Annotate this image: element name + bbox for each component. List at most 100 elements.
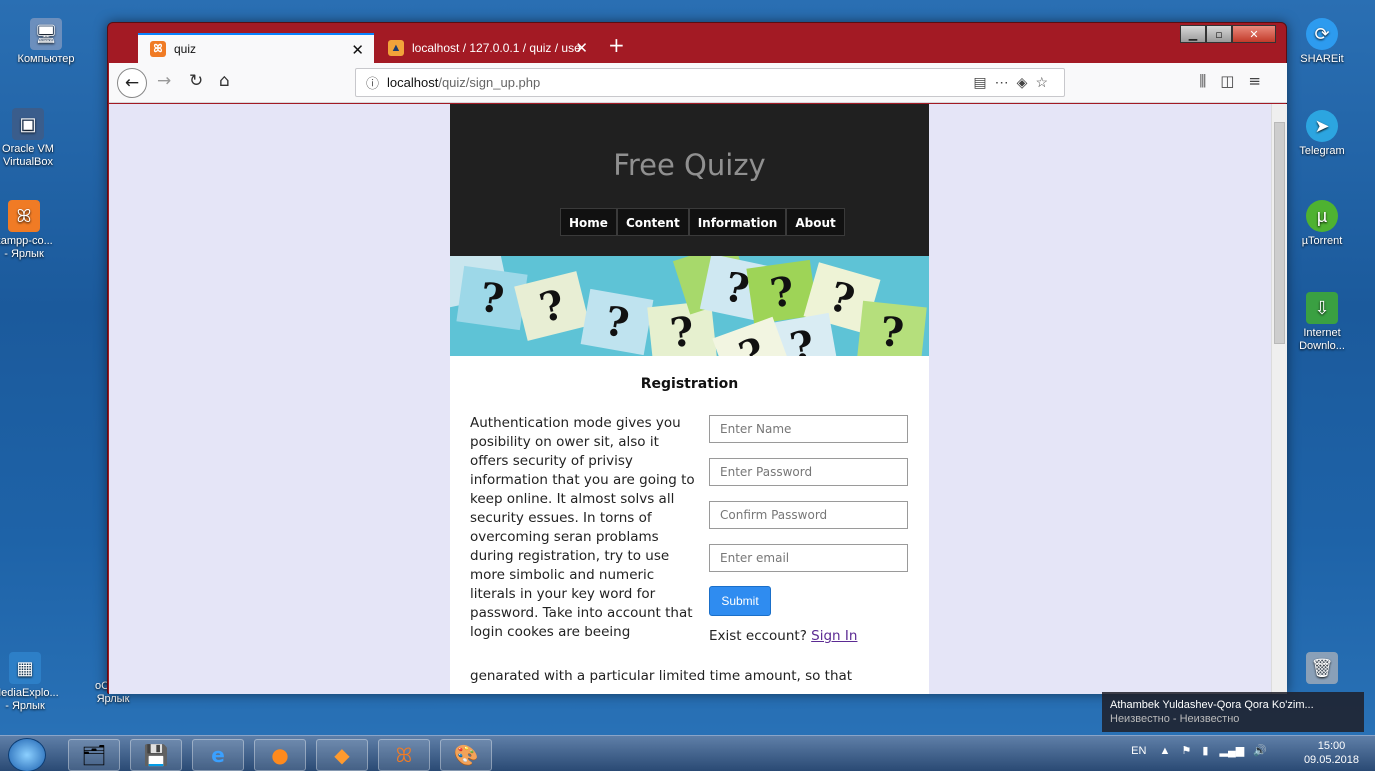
close-tab-icon[interactable]: ✕ — [351, 41, 364, 59]
bookmark-star-icon[interactable]: ☆ — [1035, 74, 1056, 90]
network-icon[interactable]: ▮ — [1202, 745, 1208, 757]
utorrent-icon: µ — [1306, 200, 1338, 232]
desktop-icon-recycle-bin[interactable]: 🗑 — [1288, 652, 1356, 687]
xampp-icon: ꕤ — [8, 200, 40, 232]
menu-item-content[interactable]: Content — [616, 208, 689, 236]
reader-view-icon[interactable]: ▤ — [973, 74, 994, 90]
tab-strip: ꕤ quiz ✕ ▲ localhost / 127.0.0.1 / quiz … — [108, 23, 1286, 63]
notification-subtitle: Неизвестно - Неизвестно — [1110, 713, 1240, 725]
menu-item-home[interactable]: Home — [560, 208, 617, 236]
desktop-icon-utorrent[interactable]: µ µTorrent — [1288, 200, 1356, 248]
desktop-icon-label: µTorrent — [1301, 235, 1343, 247]
more-actions-icon[interactable]: ⋯ — [995, 74, 1017, 90]
url-bar[interactable]: ⓘ localhost/quiz/sign_up.php ▤⋯◈☆ — [355, 68, 1065, 97]
authentication-description-tail: genarated with a particular limited time… — [470, 668, 853, 684]
forward-button[interactable]: → — [157, 71, 171, 91]
authentication-description: Authentication mode gives you posibility… — [470, 415, 695, 640]
paint-icon: 🎨 — [453, 743, 479, 767]
url-host: localhost — [387, 75, 439, 90]
pocket-icon[interactable]: ◈ — [1017, 74, 1036, 90]
menu-item-about[interactable]: About — [786, 208, 845, 236]
registration-form: Submit Exist eccount? Sign In — [709, 415, 908, 644]
menu-item-information[interactable]: Information — [688, 208, 787, 236]
home-button[interactable]: ⌂ — [219, 71, 230, 91]
desktop-icon-telegram[interactable]: ➤ Telegram — [1288, 110, 1356, 158]
desktop-icon-shareit[interactable]: ⟳ SHAREit — [1288, 18, 1356, 66]
reload-icon: ↻ — [189, 71, 204, 91]
taskbar-xampp[interactable]: ꕤ — [378, 739, 430, 771]
taskbar-firefox[interactable]: ● — [254, 739, 306, 771]
shareit-icon: ⟳ — [1306, 18, 1338, 50]
desktop-icon-xampp[interactable]: ꕤ xampp-co... - Ярлык — [0, 200, 54, 261]
desktop-icon-internet-download[interactable]: ⇩ Internet Downlo... — [1288, 292, 1356, 353]
url-path: /quiz/sign_up.php — [438, 75, 541, 90]
tab-quiz[interactable]: ꕤ quiz ✕ — [138, 33, 374, 63]
desktop-icon-label: Компьютер — [17, 53, 75, 65]
close-window-button[interactable]: ✕ — [1232, 25, 1276, 43]
url-actions: ▤⋯◈☆ — [973, 74, 1056, 91]
sign-in-link[interactable]: Sign In — [811, 628, 857, 644]
now-playing-notification[interactable]: Athambek Yuldashev-Qora Qora Ko'zim... Н… — [1102, 692, 1364, 732]
taskbar-save-app[interactable]: 💾 — [130, 739, 182, 771]
confirm-password-input[interactable] — [709, 501, 908, 529]
flag-icon[interactable]: ⚑ — [1181, 745, 1191, 757]
name-input[interactable] — [709, 415, 908, 443]
telegram-icon: ➤ — [1306, 110, 1338, 142]
main-menu: Home Content Information About — [560, 208, 845, 236]
taskbar-app-orange[interactable]: ◆ — [316, 739, 368, 771]
back-button[interactable]: ← — [117, 68, 147, 98]
desktop-icon-mediaexplorer[interactable]: ▦ MediaExplo... - Ярлык — [0, 652, 59, 713]
xampp-favicon-icon: ꕤ — [150, 41, 166, 57]
submit-button[interactable]: Submit — [709, 586, 771, 616]
password-input[interactable] — [709, 458, 908, 486]
menu-icon[interactable]: ≡ — [1248, 72, 1275, 90]
computer-icon: 🖥 — [30, 18, 62, 50]
close-tab-icon[interactable]: ✕ — [575, 39, 588, 57]
window-controls: ▁ ▫ ✕ — [1180, 25, 1276, 43]
toolbar-right: ⫼◫≡ — [1199, 72, 1275, 90]
desktop-icon-label: xampp-co... - Ярлык — [0, 235, 53, 260]
clock-date: 09.05.2018 — [1303, 754, 1359, 766]
reload-button[interactable]: ↻ — [189, 71, 203, 91]
desktop-icon-virtualbox[interactable]: ▣ Oracle VM VirtualBox — [0, 108, 60, 169]
scrollbar-thumb[interactable] — [1274, 122, 1285, 344]
taskbar-paint[interactable]: 🎨 — [440, 739, 492, 771]
recycle-bin-icon: 🗑 — [1306, 652, 1338, 684]
banner-note: ? — [857, 300, 927, 356]
utility-app-icon: ◆ — [334, 743, 350, 767]
floppy-icon: 💾 — [143, 743, 169, 767]
site-header: Free Quizy Home Content Information Abou… — [450, 104, 929, 256]
start-button[interactable] — [8, 738, 46, 771]
signal-icon[interactable]: ▂▄▆ — [1220, 745, 1245, 757]
arrow-left-icon: ← — [124, 73, 140, 93]
internet-download-icon: ⇩ — [1306, 292, 1338, 324]
home-icon: ⌂ — [219, 71, 230, 91]
maximize-button[interactable]: ▫ — [1206, 25, 1232, 43]
registration-title: Registration — [640, 376, 739, 392]
language-indicator[interactable]: EN — [1131, 745, 1146, 757]
desktop-icon-label: Telegram — [1299, 145, 1345, 157]
library-icon[interactable]: ⫼ — [1199, 72, 1220, 90]
email-input[interactable] — [709, 544, 908, 572]
desktop-icon-computer[interactable]: 🖥 Компьютер — [4, 18, 88, 66]
taskbar-ie[interactable]: e — [192, 739, 244, 771]
taskbar: 🗂 💾 e ● ◆ ꕤ 🎨 EN ▲ ⚑ ▮ ▂▄▆ 🔊 15:00 09.05… — [0, 735, 1375, 771]
tab-phpmyadmin[interactable]: ▲ localhost / 127.0.0.1 / quiz / use ✕ — [376, 33, 598, 63]
tab-label: quiz — [174, 42, 197, 56]
tray-expand-icon[interactable]: ▲ — [1160, 745, 1171, 757]
desktop-icon-label: MediaExplo... - Ярлык — [0, 687, 59, 712]
clock[interactable]: 15:00 09.05.2018 — [1304, 739, 1359, 767]
exist-account-text: Exist eccount? — [709, 628, 807, 644]
sidebar-icon[interactable]: ◫ — [1220, 72, 1248, 90]
virtualbox-icon: ▣ — [12, 108, 44, 140]
volume-icon[interactable]: 🔊 — [1253, 745, 1267, 757]
arrow-right-icon: → — [157, 71, 172, 91]
new-tab-button[interactable]: + — [608, 33, 625, 57]
xampp-icon: ꕤ — [395, 743, 413, 767]
taskbar-explorer[interactable]: 🗂 — [68, 739, 120, 771]
vertical-scrollbar[interactable] — [1271, 104, 1287, 694]
firefox-icon: ● — [271, 743, 289, 767]
notification-title: Athambek Yuldashev-Qora Qora Ko'zim... — [1110, 699, 1314, 711]
minimize-button[interactable]: ▁ — [1180, 25, 1206, 43]
desktop-icon-label: Oracle VM VirtualBox — [2, 143, 54, 168]
